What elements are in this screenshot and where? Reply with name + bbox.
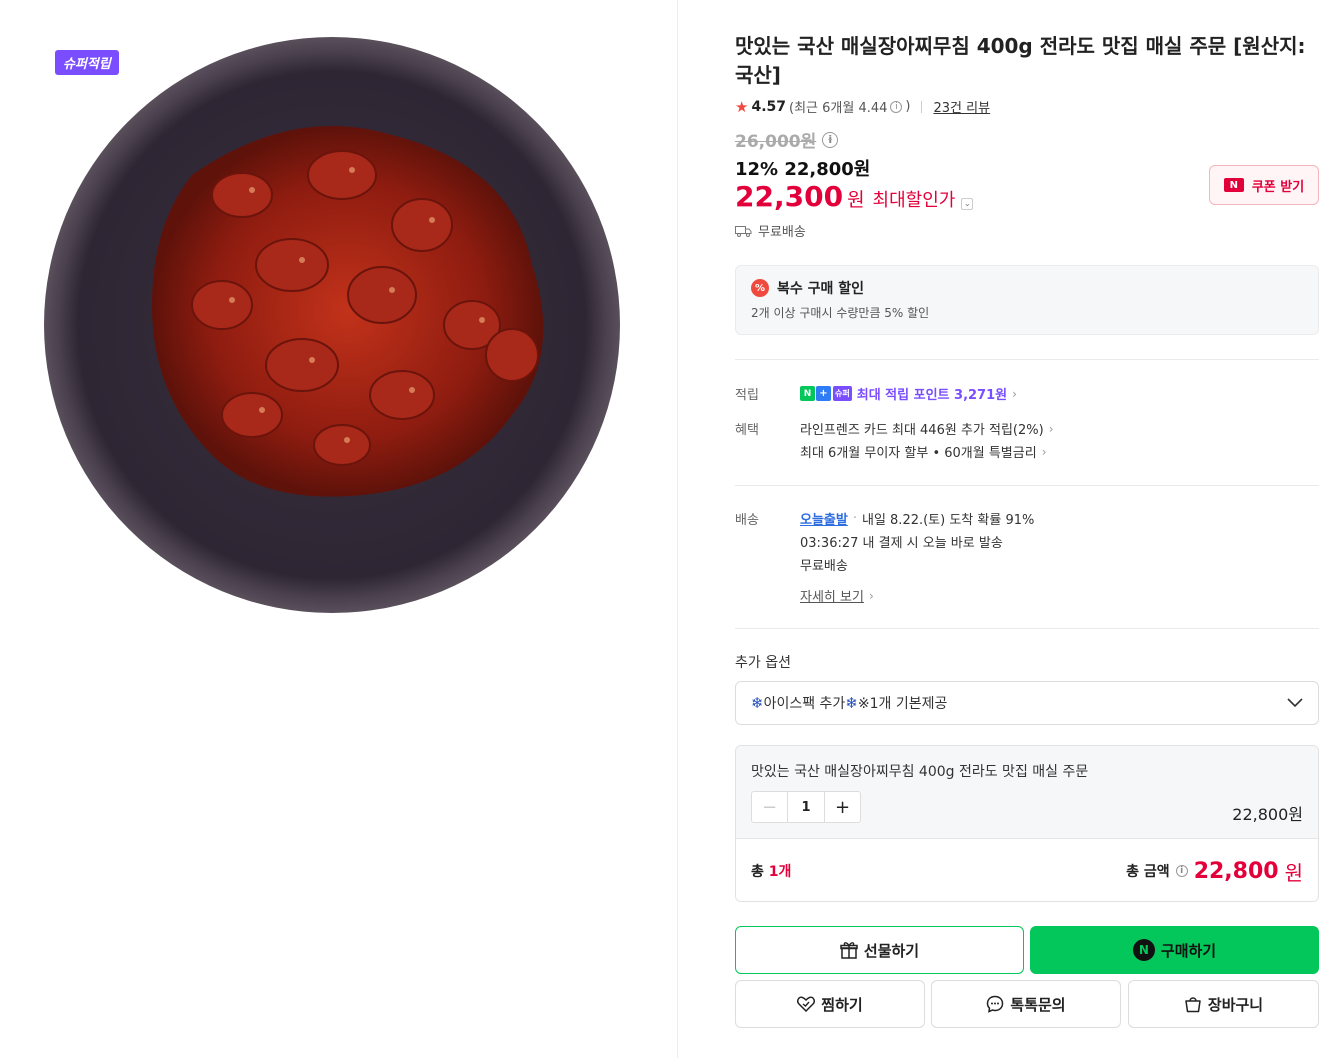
info-icon[interactable]: i bbox=[890, 100, 903, 113]
buy-label: 구매하기 bbox=[1160, 941, 1217, 960]
snowflake-icon: ❄ bbox=[751, 694, 764, 712]
cutoff-text: 03:36:27 내 결제 시 오늘 바로 발송 bbox=[800, 536, 1003, 551]
total-row: 총 1개 총 금액 i 22,800 원 bbox=[736, 839, 1318, 901]
multi-purchase-discount: % 복수 구매 할인 2개 이상 구매시 수량만큼 5% 할인 bbox=[735, 265, 1319, 335]
shopping-bag-icon bbox=[1185, 997, 1201, 1013]
star-icon: ★ bbox=[735, 97, 749, 116]
naver-pay-icon: N bbox=[800, 386, 815, 401]
quantity-minus-button[interactable]: − bbox=[752, 792, 788, 822]
wishlist-button[interactable]: 찜하기 bbox=[735, 980, 925, 1028]
chevron-right-icon: › bbox=[868, 588, 874, 603]
selected-item-box: 맛있는 국산 매실장아찌무침 400g 전라도 맛집 매실 주문 − 1 + 2… bbox=[735, 745, 1319, 902]
chevron-right-icon: › bbox=[1041, 444, 1047, 459]
selected-item-name: 맛있는 국산 매실장아찌무침 400g 전라도 맛집 매실 주문 bbox=[751, 764, 1089, 780]
sale-price: 12% 22,800원 bbox=[735, 159, 871, 180]
multi-discount-title-text: 복수 구매 할인 bbox=[777, 281, 865, 297]
divider bbox=[735, 628, 1319, 629]
selected-item: 맛있는 국산 매실장아찌무침 400g 전라도 맛집 매실 주문 − 1 + 2… bbox=[736, 746, 1318, 839]
delivery-fee: 무료배송 bbox=[800, 559, 848, 574]
chevron-down-icon[interactable]: ⌄ bbox=[961, 198, 974, 210]
today-dispatch-link[interactable]: 오늘출발 bbox=[800, 509, 848, 528]
delivery-row: 오늘출발 · 내일 8.22.(토) 도착 확률 91% bbox=[800, 509, 1034, 528]
chat-icon bbox=[987, 995, 1004, 1013]
wishlist-label: 찜하기 bbox=[821, 995, 863, 1014]
option-select[interactable]: ❄아이스팩 추가❄※1개 기본제공 bbox=[735, 681, 1319, 725]
product-image-panel: 슈퍼적립 bbox=[0, 0, 678, 1058]
shipping-tag: 무료배송 bbox=[735, 221, 806, 240]
max-discount-price: 22,300 bbox=[735, 180, 844, 213]
super-points-badge: 슈퍼적립 bbox=[55, 50, 119, 75]
recent-rating-close: ) bbox=[905, 99, 911, 114]
multi-discount-desc: 2개 이상 구매시 수량만큼 5% 할인 bbox=[751, 306, 930, 320]
quantity-value[interactable]: 1 bbox=[788, 792, 824, 822]
card-benefit-text: 라인프렌즈 카드 최대 446원 추가 적립(2%) bbox=[800, 423, 1044, 438]
arrival-text: 내일 8.22.(토) 도착 확률 91% bbox=[861, 513, 1035, 528]
snowflake-icon: ❄ bbox=[845, 694, 858, 712]
chevron-down-icon bbox=[1287, 698, 1303, 708]
add-to-cart-button[interactable]: 장바구니 bbox=[1128, 980, 1319, 1028]
cart-label: 장바구니 bbox=[1207, 995, 1264, 1014]
divider bbox=[735, 359, 1319, 360]
max-discount-row[interactable]: 22,300 원 최대할인가 ⌄ bbox=[735, 180, 974, 213]
gift-icon bbox=[840, 942, 858, 959]
chevron-right-icon: › bbox=[1048, 421, 1054, 436]
total-amount: 22,800 bbox=[1193, 858, 1279, 884]
rating-row: ★ 4.57 (최근 6개월 4.44 i ) 23건 리뷰 bbox=[735, 97, 990, 117]
price-info-icon[interactable]: i bbox=[822, 131, 839, 148]
recent-rating: (최근 6개월 4.44 bbox=[789, 101, 888, 116]
installment-text: 최대 6개월 무이자 할부 • 60개월 특별금리 bbox=[800, 446, 1037, 461]
points-row[interactable]: N + 슈퍼 최대 적립 포인트 3,271원 › bbox=[800, 384, 1017, 403]
original-price-value: 26,000원 bbox=[735, 132, 817, 152]
review-link[interactable]: 23건 리뷰 bbox=[933, 97, 990, 116]
total-prefix: 총 bbox=[751, 864, 769, 880]
multi-discount-title: % 복수 구매 할인 bbox=[751, 278, 1303, 298]
naver-n-icon: N bbox=[1223, 178, 1244, 192]
product-title: 맛있는 국산 매실장아찌무침 400g 전라도 맛집 매실 주문 [원산지: 국… bbox=[735, 34, 1306, 87]
heart-icon bbox=[797, 996, 816, 1012]
installment-row[interactable]: 최대 6개월 무이자 할부 • 60개월 특별금리 › bbox=[800, 442, 1047, 462]
total-count-value: 1개 bbox=[768, 864, 792, 880]
option-suffix: ※1개 기본제공 bbox=[857, 696, 948, 712]
quantity-stepper: − 1 + bbox=[751, 791, 861, 823]
gift-label: 선물하기 bbox=[863, 941, 920, 960]
shipping-tag-text: 무료배송 bbox=[758, 225, 806, 240]
points-label: 적립 bbox=[735, 388, 759, 403]
talk-label: 톡톡문의 bbox=[1010, 995, 1066, 1014]
selected-item-price: 22,800원 bbox=[1232, 805, 1303, 824]
dot-separator: · bbox=[852, 511, 857, 526]
naver-pay-icon: N bbox=[1132, 939, 1155, 961]
max-price-unit: 원 bbox=[847, 189, 865, 211]
option-label: 추가 옵션 bbox=[735, 655, 791, 671]
rating-score: 4.57 bbox=[751, 98, 786, 115]
coupon-button[interactable]: N 쿠폰 받기 bbox=[1209, 165, 1319, 205]
plus-membership-icon: + bbox=[816, 386, 831, 401]
benefit-label: 혜택 bbox=[735, 423, 759, 438]
product-photo bbox=[44, 37, 620, 613]
max-discount-label: 최대할인가 bbox=[872, 190, 956, 211]
detail-link-text: 자세히 보기 bbox=[800, 590, 864, 605]
total-label: 총 금액 bbox=[1126, 864, 1170, 880]
truck-icon bbox=[735, 225, 752, 237]
total-unit: 원 bbox=[1284, 860, 1303, 885]
delivery-detail-link[interactable]: 자세히 보기 › bbox=[800, 586, 874, 606]
talk-inquiry-button[interactable]: 톡톡문의 bbox=[931, 980, 1121, 1028]
total-amount-group: 총 금액 i 22,800 원 bbox=[1126, 857, 1303, 886]
coupon-label: 쿠폰 받기 bbox=[1251, 179, 1305, 195]
info-icon[interactable]: i bbox=[1175, 865, 1188, 877]
gift-button[interactable]: 선물하기 bbox=[735, 926, 1024, 974]
total-count: 총 1개 bbox=[751, 861, 791, 881]
option-selected-text: 아이스팩 추가 bbox=[763, 696, 846, 712]
divider bbox=[735, 485, 1319, 486]
delivery-label: 배송 bbox=[735, 513, 759, 528]
card-benefit-row[interactable]: 라인프렌즈 카드 최대 446원 추가 적립(2%) › bbox=[800, 419, 1054, 439]
percent-icon: % bbox=[751, 279, 769, 297]
original-price: 26,000원 i bbox=[735, 127, 839, 152]
buy-button[interactable]: N 구매하기 bbox=[1030, 926, 1319, 974]
super-badge: 슈퍼 bbox=[833, 386, 852, 401]
chevron-right-icon: › bbox=[1012, 386, 1017, 401]
divider bbox=[921, 100, 923, 113]
points-text: 최대 적립 포인트 3,271원 bbox=[856, 388, 1008, 403]
option-selected-value: ❄아이스팩 추가❄※1개 기본제공 bbox=[751, 693, 947, 713]
quantity-plus-button[interactable]: + bbox=[824, 792, 860, 822]
